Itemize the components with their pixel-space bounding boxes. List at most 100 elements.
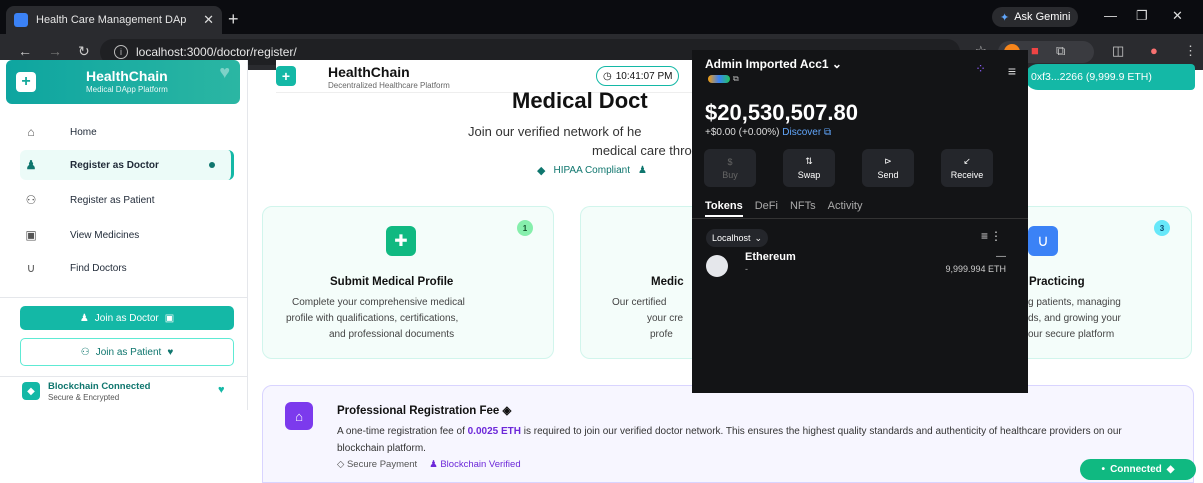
network-filter[interactable]: Localhost ⌄: [706, 229, 769, 247]
medkit-icon: ✚: [386, 226, 416, 256]
heart-icon: ♥: [167, 346, 174, 358]
extension-icon[interactable]: ■: [1031, 43, 1039, 58]
heart-icon: ♥: [219, 62, 230, 82]
card-title: Practicing: [1029, 276, 1085, 288]
minimize-icon[interactable]: —: [1104, 8, 1117, 23]
window-close-icon[interactable]: ✕: [1172, 8, 1183, 24]
connected-badge[interactable]: • Connected ◆: [1080, 459, 1196, 480]
sidebar-item-find-doctors[interactable]: ∪ Find Doctors: [20, 253, 234, 283]
more-icon[interactable]: ⋮: [990, 229, 1002, 243]
bank-icon: ⌂: [285, 402, 313, 430]
tab-divider: [692, 218, 1028, 219]
card-line: Complete your comprehensive medical: [292, 297, 465, 308]
reload-icon[interactable]: ↻: [78, 43, 90, 60]
fee-amount: 0.0025 ETH: [467, 426, 521, 437]
receive-icon: ↙: [963, 156, 971, 166]
discover-link[interactable]: Discover ⧉: [782, 127, 831, 138]
balance-change: +$0.00 (+0.00%) Discover ⧉: [705, 127, 832, 138]
status-dot-icon: •: [1101, 464, 1106, 475]
fee-title: Professional Registration Fee ◈: [337, 405, 512, 417]
forward-icon[interactable]: →: [48, 43, 62, 59]
puzzle-icon[interactable]: ⧉: [1056, 43, 1065, 59]
new-tab-icon[interactable]: +: [228, 9, 239, 30]
card-line: and professional documents: [329, 329, 455, 340]
doctor-icon: ♟: [637, 165, 647, 176]
doctor-icon: ♟: [25, 158, 37, 172]
filter-icon[interactable]: ≡: [981, 229, 988, 243]
browser-tab[interactable]: Health Care Management DAp ✕: [6, 6, 222, 34]
sidebar-item-view-medicines[interactable]: ▣ View Medicines: [20, 220, 234, 250]
send-button[interactable]: ⊳ Send: [862, 149, 914, 187]
card-line: g patients, managing: [1028, 297, 1121, 308]
step-badge: 3: [1154, 220, 1170, 236]
token-name[interactable]: Ethereum: [745, 251, 796, 263]
sidebar-item-register-patient[interactable]: ⚇ Register as Patient: [20, 185, 234, 215]
sidebar-divider: [0, 297, 248, 298]
sidebar-tagline: Medical DApp Platform: [86, 85, 168, 94]
browser-tab-bar: Health Care Management DAp ✕ + ✦ Ask Gem…: [0, 0, 1203, 34]
back-icon[interactable]: ←: [18, 43, 32, 59]
hipaa-badge: ◆ HIPAA Compliant ♟: [537, 165, 647, 177]
tab-activity[interactable]: Activity: [828, 200, 863, 217]
medicine-icon: ▣: [25, 228, 37, 242]
swap-button[interactable]: ⇅ Swap: [783, 149, 835, 187]
restore-icon[interactable]: ❐: [1136, 8, 1148, 24]
card-line: our secure platform: [1028, 329, 1115, 340]
hero-description: medical care thro: [592, 143, 692, 158]
card-title: Medic: [651, 276, 684, 288]
card-title: Submit Medical Profile: [330, 276, 454, 288]
home-icon: ⌂: [27, 125, 35, 139]
shield-icon: ◆: [1166, 464, 1175, 475]
card-line: your cre: [647, 313, 684, 324]
patient-icon: ⚇: [25, 193, 37, 207]
ask-gemini-button[interactable]: ✦ Ask Gemini: [992, 7, 1079, 27]
token-sub: -: [745, 264, 748, 274]
close-tab-icon[interactable]: ✕: [203, 12, 214, 28]
sidebar-brand: HealthChain: [86, 68, 168, 84]
wallet-address-pill[interactable]: 0xf3...2266 (9,999.9 ETH): [1025, 64, 1195, 90]
card-line: profe: [650, 329, 673, 340]
card-line: ds, and growing your: [1028, 313, 1121, 324]
join-as-doctor-button[interactable]: ♟ Join as Doctor ▣: [20, 306, 234, 330]
dollar-icon: $: [727, 156, 733, 167]
site-info-icon[interactable]: i: [114, 45, 128, 59]
clock-icon: ◷: [603, 70, 612, 82]
blockchain-substatus: Secure & Encrypted: [48, 393, 120, 402]
token-delta: —: [996, 251, 1006, 262]
wallet-balance: $20,530,507.80: [705, 100, 858, 125]
step-card: Medic Our certified your cre profe: [580, 206, 694, 359]
receive-button[interactable]: ↙ Receive: [941, 149, 993, 187]
sidepanel-icon[interactable]: ◫: [1112, 43, 1124, 59]
gemini-spark-icon: ✦: [1000, 11, 1010, 24]
sidebar-item-home[interactable]: ⌂ Home: [20, 117, 234, 147]
buy-button[interactable]: $ Buy: [704, 149, 756, 187]
shield-icon: ◈: [502, 405, 512, 417]
copy-icon[interactable]: ⧉: [733, 74, 739, 84]
network-icon[interactable]: ⁘: [975, 61, 986, 77]
step-card: 3 ∪ Practicing g patients, managing ds, …: [1028, 206, 1192, 359]
wallet-menu-icon[interactable]: ≡: [1008, 63, 1016, 79]
wallet-popup: Admin Imported Acc1 ⌄ ⧉ ⁘ ≡ $20,530,507.…: [692, 50, 1028, 393]
healthchain-logo-icon: +: [16, 72, 36, 92]
tab-nfts[interactable]: NFTs: [790, 200, 816, 217]
profile-icon[interactable]: ●: [1150, 43, 1158, 58]
tab-defi[interactable]: DeFi: [755, 200, 778, 217]
shield-icon: ◇: [337, 459, 347, 470]
account-selector[interactable]: Admin Imported Acc1 ⌄: [705, 57, 842, 71]
tab-tokens[interactable]: Tokens: [705, 200, 743, 217]
chevron-down-icon: ⌄: [754, 232, 763, 243]
fee-footer: ◇ Secure Payment ♟ Blockchain Verified: [337, 459, 521, 470]
medkit-icon: ▣: [164, 312, 175, 324]
card-line: profile with qualifications, certificati…: [286, 313, 459, 324]
blockchain-status: Blockchain Connected: [48, 381, 151, 392]
step-card: 1 ✚ Submit Medical Profile Complete your…: [262, 206, 554, 359]
doctor-icon: ♟: [429, 459, 441, 470]
shield-icon: ◆: [22, 382, 40, 400]
join-as-patient-button[interactable]: ⚇ Join as Patient ♥: [20, 338, 234, 366]
header-brand: HealthChain: [328, 64, 410, 80]
browser-menu-icon[interactable]: ⋮: [1184, 43, 1197, 59]
doctor-icon: ♟: [79, 312, 89, 324]
account-address[interactable]: ⧉: [708, 74, 739, 84]
sidebar-item-register-doctor[interactable]: ♟ Register as Doctor: [20, 150, 234, 180]
healthchain-logo-icon: +: [276, 66, 296, 86]
